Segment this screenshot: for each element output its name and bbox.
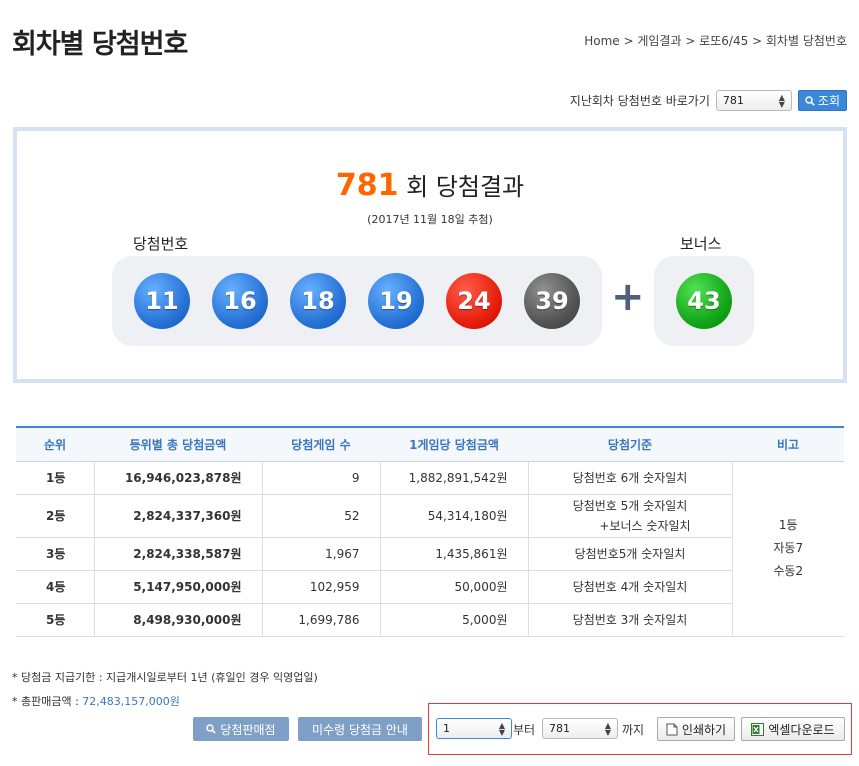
round-suffix: 회 당첨결과 [406, 173, 525, 201]
result-panel: 781 회 당첨결과 (2017년 11월 18일 추첨) 당첨번호 보너스 1… [13, 127, 847, 383]
criteria-text: 당첨번호 6개 숫자일치 [572, 471, 688, 485]
rank-cell: 3등 [16, 537, 95, 571]
total-prize-cell: 2,824,338,587원 [94, 537, 263, 571]
search-button[interactable]: 조회 [797, 90, 847, 111]
table-row: 3등 2,824,338,587원 1,967 1,435,861원 당첨번호5… [16, 537, 844, 571]
unclaimed-prize-button[interactable]: 미수령 당첨금 안내 [298, 717, 422, 741]
total-prize-cell: 2,824,337,360원 [94, 494, 263, 538]
to-round-value: 781 [549, 722, 570, 735]
search-icon [206, 724, 217, 734]
per-game-prize-cell: 5,000원 [380, 603, 529, 637]
column-header: 비고 [732, 426, 844, 462]
page-title: 회차별 당첨번호 [12, 29, 188, 60]
winner-count-cell: 1,699,786 [262, 603, 381, 637]
excel-icon [751, 722, 765, 736]
plus-icon: + [611, 274, 645, 320]
total-sales-note: * 총판매금액 : 72,483,157,000원 [12, 693, 180, 709]
winner-count-cell: 1,967 [262, 537, 381, 571]
payment-deadline-note: * 당첨금 지급기한 : 지급개시일로부터 1년 (휴일인 경우 익영업일) [12, 671, 318, 684]
criteria-cell: 당첨번호5개 숫자일치 [528, 537, 732, 571]
table-row: 2등 2,824,337,360원 52 54,314,180원 당첨번호 5개… [16, 494, 844, 538]
criteria-cell: 당첨번호 3개 숫자일치 [528, 603, 732, 637]
bonus-label: 보너스 [680, 235, 722, 253]
select-arrows-icon: ▲ ▼ [604, 720, 611, 737]
rank-cell: 1등 [16, 461, 95, 495]
winning-store-button[interactable]: 당첨판매점 [193, 717, 289, 741]
table-row: 4등 5,147,950,000원 102,959 50,000원 당첨번호 4… [16, 570, 844, 604]
lotto-ball: 39 [524, 273, 580, 329]
select-arrows-icon: ▲ ▼ [498, 720, 505, 737]
breadcrumb: Home > 게임결과 > 로또6/45 > 회차별 당첨번호 [584, 34, 847, 48]
table-header-row: 순위 등위별 총 당첨금액 당첨게임 수 1게임당 당첨금액 당첨기준 비고 [16, 426, 844, 462]
excel-download-button[interactable]: 엑셀다운로드 [741, 717, 845, 741]
from-round-select[interactable]: 1 ▲ ▼ [436, 718, 512, 739]
column-header: 당첨기준 [528, 426, 732, 462]
round-select[interactable]: 781 ▲ ▼ [715, 90, 792, 111]
per-game-prize-cell: 1,435,861원 [380, 537, 529, 571]
column-header: 1게임당 당첨금액 [380, 426, 528, 462]
bonus-ball-panel: 43 [654, 256, 754, 346]
total-sales-value: 72,483,157,000원 [82, 695, 180, 708]
rank-cell: 2등 [16, 494, 95, 538]
total-prize-cell: 8,498,930,000원 [94, 603, 263, 637]
rank-cell: 5등 [16, 603, 95, 637]
criteria-text: 당첨번호5개 숫자일치 [574, 547, 686, 561]
criteria-cell: 당첨번호 5개 숫자일치 +보너스 숫자일치 [528, 494, 732, 538]
column-header: 순위 [16, 426, 94, 462]
criteria-cell: 당첨번호 6개 숫자일치 [528, 461, 733, 495]
to-suffix: 까지 [622, 723, 645, 737]
to-round-select[interactable]: 781 ▲ ▼ [542, 718, 618, 739]
draw-date: (2017년 11월 18일 추첨) [367, 213, 493, 226]
criteria-text: 당첨번호 4개 숫자일치 [572, 580, 688, 594]
goto-bar: 지난회차 당첨번호 바로가기 781 ▲ ▼ 조회 [570, 90, 847, 111]
winner-count-cell: 9 [262, 461, 381, 495]
winning-numbers-label: 당첨번호 [133, 235, 189, 253]
lotto-ball: 18 [290, 273, 346, 329]
search-icon [805, 95, 815, 106]
prize-table: 순위 등위별 총 당첨금액 당첨게임 수 1게임당 당첨금액 당첨기준 비고 1… [16, 426, 844, 637]
print-button-label: 인쇄하기 [681, 722, 727, 737]
total-sales-label: * 총판매금액 : [12, 695, 83, 708]
criteria-text: 당첨번호 3개 숫자일치 [572, 613, 688, 627]
lotto-ball: 24 [446, 273, 502, 329]
per-game-prize-cell: 1,882,891,542원 [380, 461, 529, 495]
lotto-ball: 19 [368, 273, 424, 329]
bonus-ball: 43 [676, 273, 732, 329]
note-line: 자동7 [773, 541, 804, 555]
total-prize-cell: 5,147,950,000원 [94, 570, 263, 604]
search-button-label: 조회 [817, 94, 840, 108]
rank-cell: 4등 [16, 570, 95, 604]
criteria-cell: 당첨번호 4개 숫자일치 [528, 570, 732, 604]
note-cell: 1등 자동7 수동2 [731, 461, 844, 637]
criteria-text: 당첨번호 5개 숫자일치 [572, 498, 688, 513]
round-select-value: 781 [722, 94, 744, 107]
unclaimed-prize-button-label: 미수령 당첨금 안내 [312, 722, 408, 737]
table-row: 5등 8,498,930,000원 1,699,786 5,000원 당첨번호 … [16, 603, 844, 637]
round-title: 781 회 당첨결과 [17, 167, 843, 203]
per-game-prize-cell: 54,314,180원 [380, 494, 529, 538]
winner-count-cell: 102,959 [262, 570, 381, 604]
winner-count-cell: 52 [262, 494, 381, 538]
lotto-ball: 16 [212, 273, 268, 329]
total-prize-cell: 16,946,023,878원 [94, 461, 263, 495]
print-button[interactable]: 인쇄하기 [657, 717, 735, 741]
goto-label: 지난회차 당첨번호 바로가기 [569, 94, 710, 108]
criteria-text-bonus: +보너스 숫자일치 [599, 518, 691, 533]
excel-download-button-label: 엑셀다운로드 [768, 722, 835, 737]
per-game-prize-cell: 50,000원 [380, 570, 529, 604]
column-header: 당첨게임 수 [262, 426, 380, 462]
note-line: 1등 [778, 518, 798, 532]
table-row: 1등 16,946,023,878원 9 1,882,891,542원 당첨번호… [16, 461, 844, 637]
round-number: 781 [335, 168, 399, 203]
lotto-ball: 11 [134, 273, 190, 329]
from-suffix: 부터 [513, 723, 536, 737]
document-icon [666, 723, 678, 735]
note-line: 수동2 [773, 564, 804, 578]
winning-store-button-label: 당첨판매점 [220, 722, 276, 737]
from-round-value: 1 [443, 722, 450, 735]
select-arrows-icon: ▲ ▼ [778, 92, 785, 109]
column-header: 등위별 총 당첨금액 [94, 426, 262, 462]
winning-balls-panel: 11 16 18 19 24 39 [112, 256, 602, 346]
